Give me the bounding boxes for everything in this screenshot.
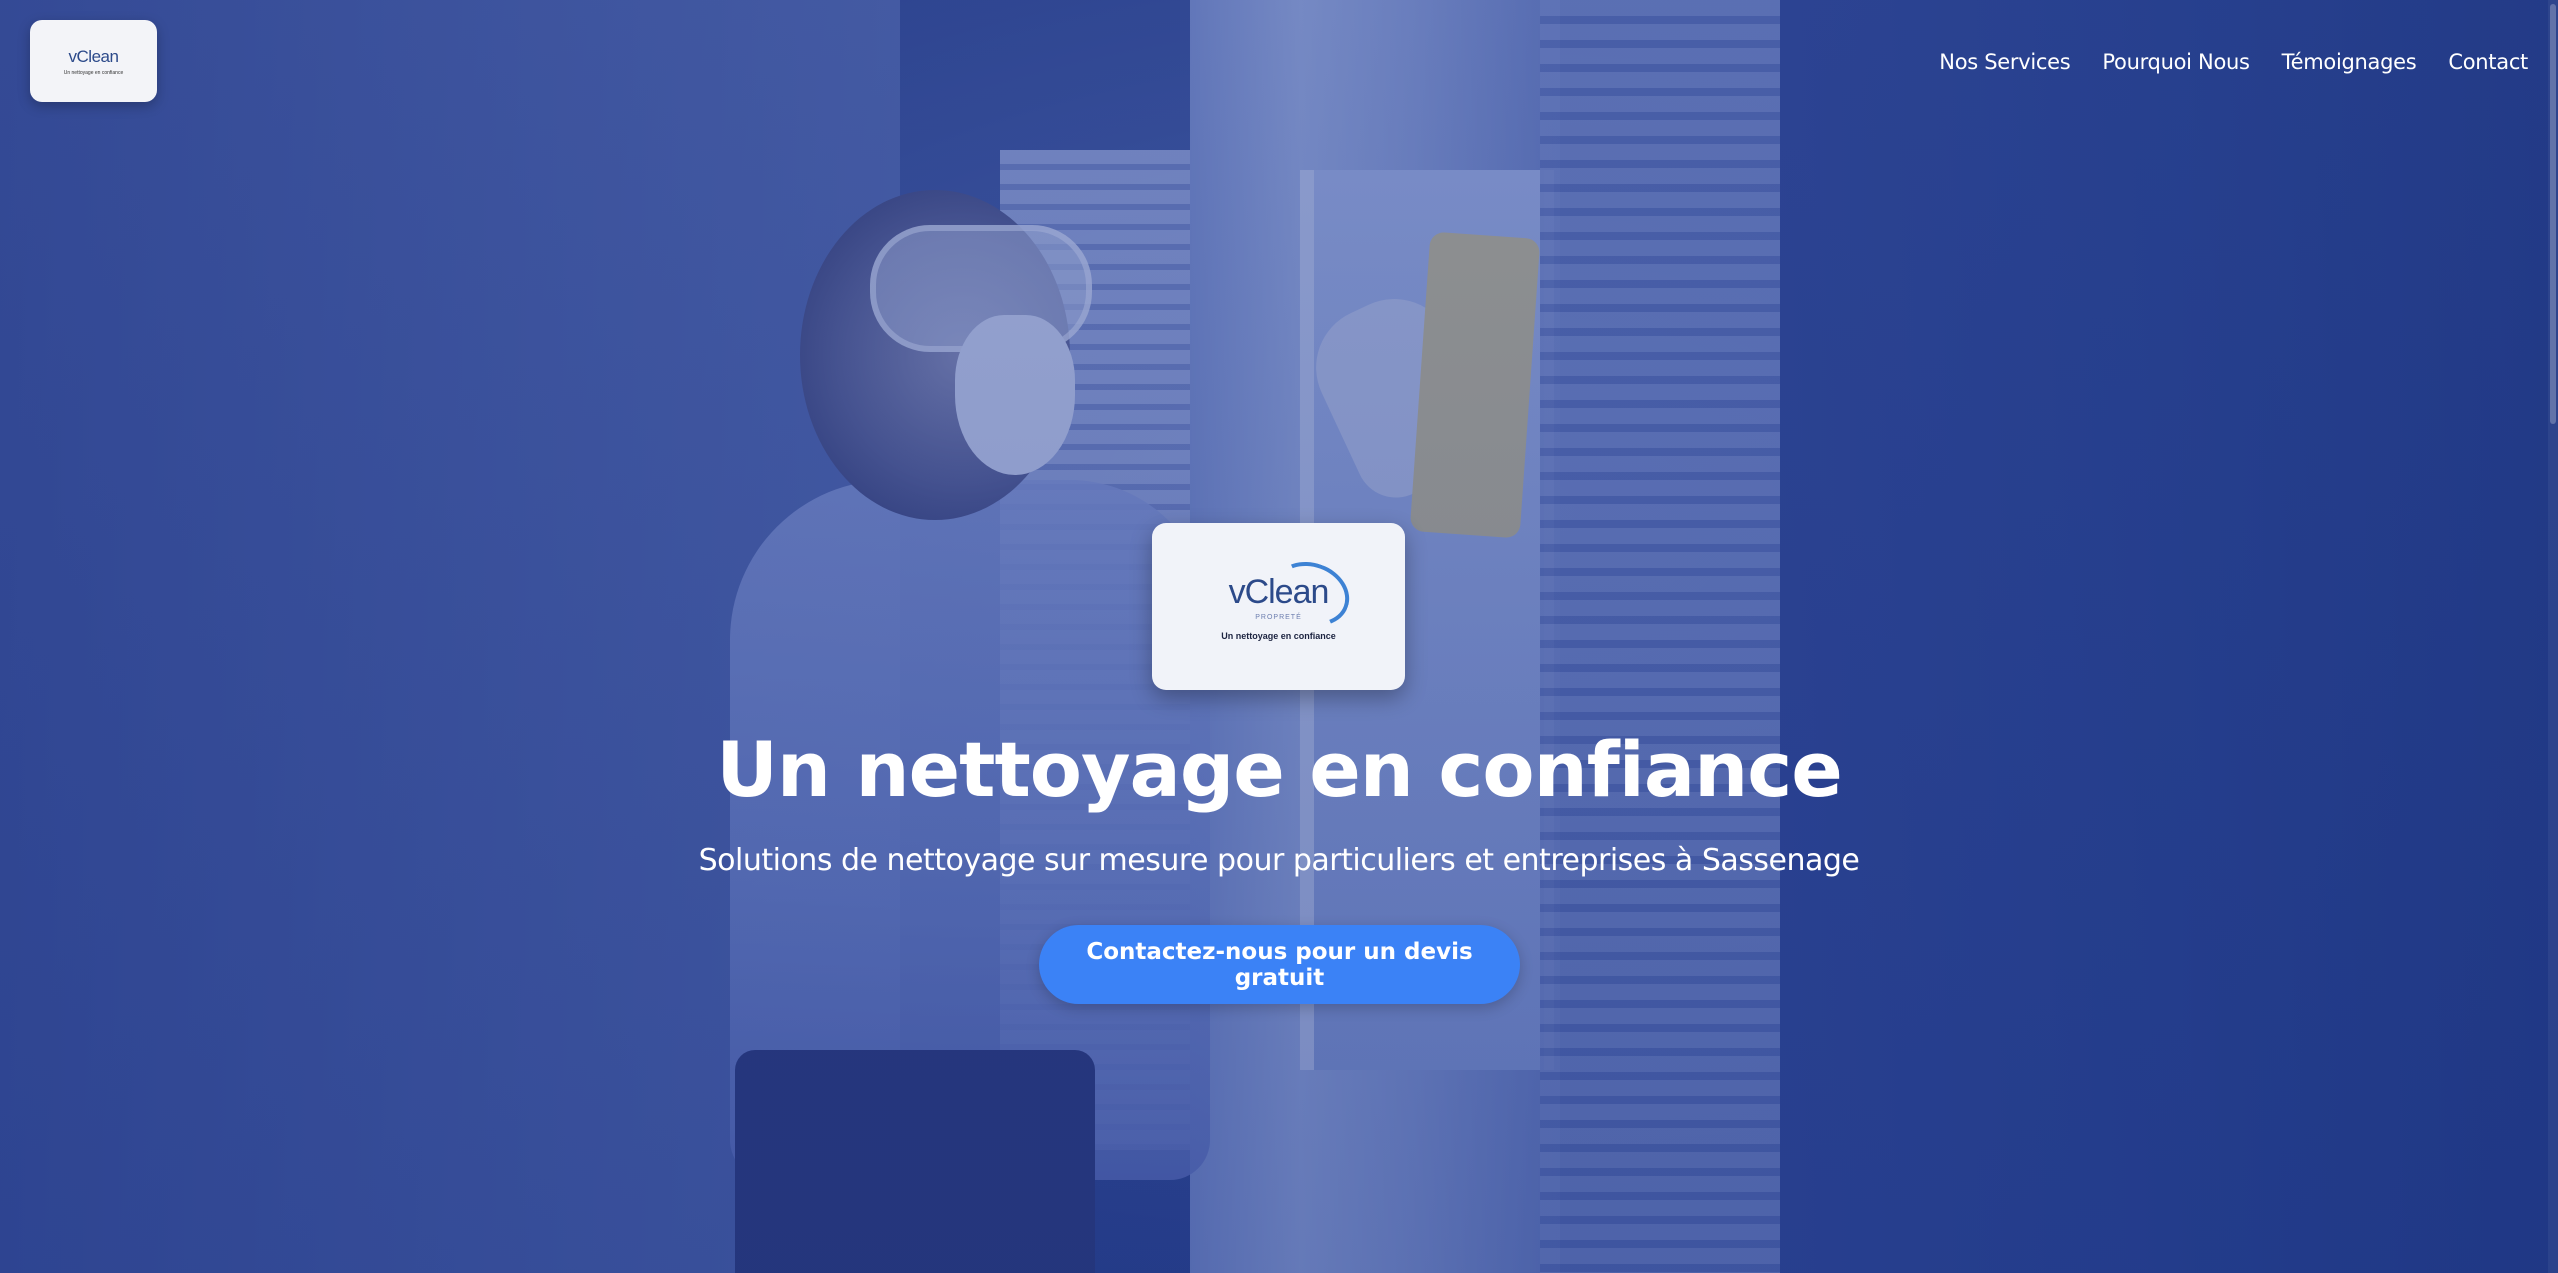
- page-scrollbar[interactable]: [2548, 0, 2558, 1273]
- hero-logo-card: vClean PROPRETÉ Un nettoyage en confianc…: [1152, 523, 1405, 690]
- hero-content: vClean PROPRETÉ Un nettoyage en confianc…: [0, 0, 2558, 1273]
- hero-section: vClean Un nettoyage en confiance Nos Ser…: [0, 0, 2558, 1273]
- quote-cta-button[interactable]: Contactez-nous pour un devis gratuit: [1039, 925, 1520, 1004]
- hero-subtitle: Solutions de nettoyage sur mesure pour p…: [698, 843, 1860, 878]
- hero-logo-tagline: Un nettoyage en confiance: [1221, 630, 1336, 641]
- scrollbar-thumb[interactable]: [2550, 4, 2556, 424]
- hero-logo-wordmark: vClean: [1229, 551, 1359, 636]
- hero-title: Un nettoyage en confiance: [716, 725, 1843, 814]
- swoosh-icon: [1264, 551, 1359, 636]
